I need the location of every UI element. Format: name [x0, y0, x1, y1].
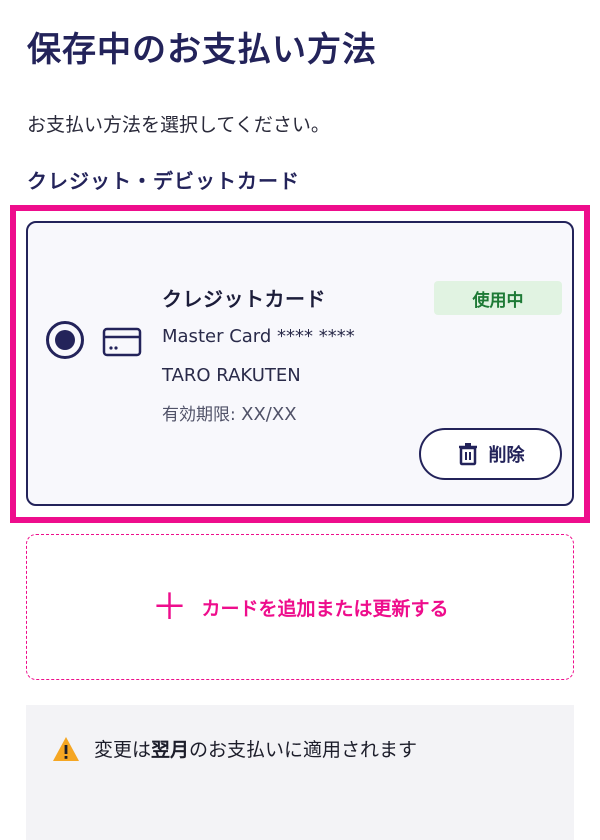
trash-icon [458, 443, 477, 466]
notice-text: 変更は翌月のお支払いに適用されます [94, 735, 417, 762]
instruction-text: お支払い方法を選択してください。 [27, 114, 330, 136]
delete-label: 削除 [488, 445, 525, 466]
plus-icon: ＋ [151, 587, 188, 628]
add-card-button[interactable]: ＋ カードを追加または更新する [26, 534, 574, 680]
card-holder-name: TARO RAKUTEN [162, 365, 301, 386]
add-card-label: カードを追加または更新する [201, 597, 449, 620]
notice-emphasis: 翌月 [151, 739, 190, 761]
payment-card-item[interactable]: クレジットカード Master Card **** **** TARO RAKU… [26, 221, 574, 506]
radio-selected-dot [55, 330, 75, 350]
status-badge: 使用中 [434, 281, 562, 315]
card-type-label: クレジットカード [162, 287, 326, 311]
warning-icon [53, 736, 79, 761]
expiry-value: XX/XX [241, 404, 297, 425]
delete-button[interactable]: 削除 [419, 428, 562, 480]
notice-prefix: 変更は [94, 739, 152, 761]
notice-suffix: のお支払いに適用されます [189, 739, 418, 761]
page-title: 保存中のお支払い方法 [27, 30, 377, 70]
section-heading: クレジット・デビットカード [27, 169, 300, 193]
card-number: Master Card **** **** [162, 326, 355, 347]
expiry-label: 有効期限: [162, 405, 236, 425]
credit-card-icon [102, 327, 142, 357]
card-expiry: 有効期限: XX/XX [162, 400, 297, 425]
notice-box: 変更は翌月のお支払いに適用されます [26, 705, 574, 840]
notice-row: 変更は翌月のお支払いに適用されます [52, 735, 417, 762]
card-radio-button[interactable] [46, 321, 84, 359]
